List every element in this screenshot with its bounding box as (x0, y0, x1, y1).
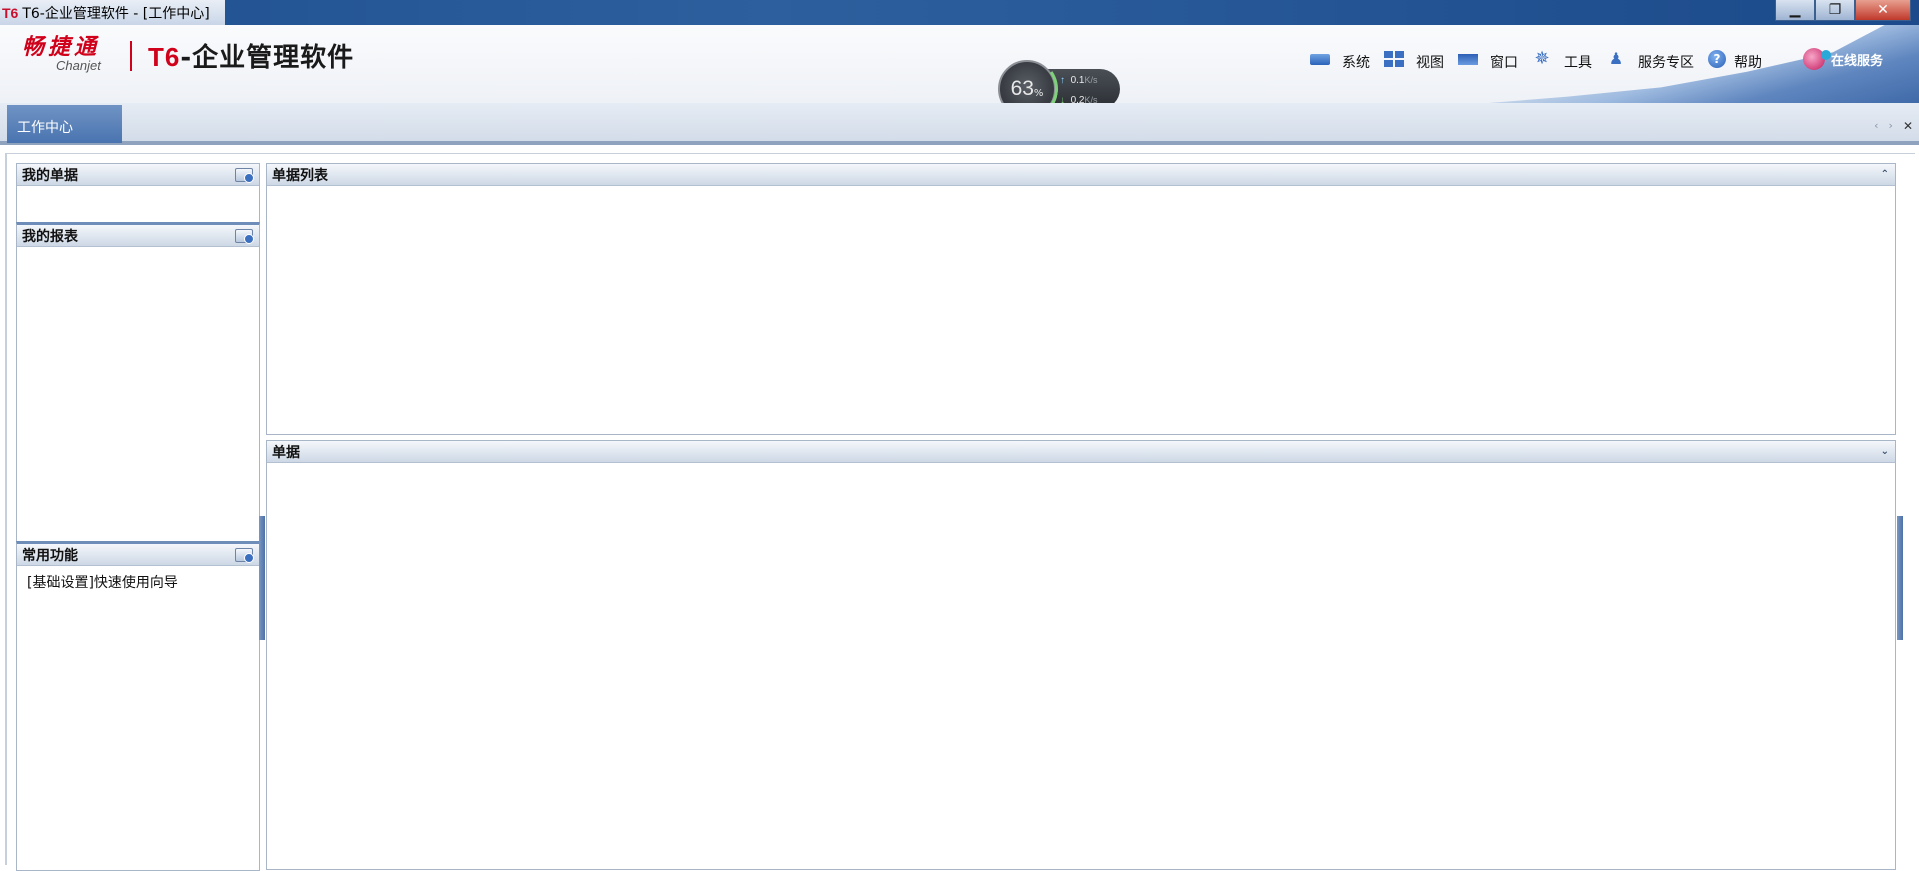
right-splitter-handle[interactable] (1897, 516, 1903, 640)
upload-speed-value: 0.1 (1070, 75, 1085, 86)
title-strip: T6 T6-企业管理软件 - [工作中心] (0, 0, 225, 25)
menu-window[interactable]: 窗口 (1458, 52, 1518, 72)
menu-service[interactable]: ♟ 服务专区 (1606, 49, 1694, 72)
service-icon: ♟ (1608, 49, 1624, 68)
online-service-label: 在线服务 (1831, 53, 1884, 69)
app-header: 畅捷通 Chanjet T6-企业管理软件 63% ↑ 0.1K/s ↓ 0.2… (0, 25, 1919, 125)
upload-arrow-icon: ↑ (1060, 75, 1065, 86)
help-icon: ? (1708, 50, 1726, 68)
menu-service-label: 服务专区 (1638, 55, 1694, 71)
panel-document-list: 单据列表 ⌃ (266, 163, 1896, 435)
tab-scroll-left-icon[interactable]: ‹ (1874, 119, 1878, 133)
panel-document-title: 单据 (272, 444, 300, 461)
upload-speed: ↑ 0.1K/s (1060, 75, 1097, 86)
panel-my-reports: 我的报表 (16, 222, 260, 544)
left-splitter-handle[interactable] (259, 516, 265, 640)
tab-close-icon[interactable]: ✕ (1903, 119, 1913, 133)
window-titlebar: T6 T6-企业管理软件 - [工作中心] ▁ ❐ ✕ (0, 0, 1919, 25)
tab-scroll-right-icon[interactable]: › (1889, 119, 1893, 133)
main-menu: 系统 视图 窗口 ✵ 工具 ♟ 服务专区 ? 帮助 (1310, 50, 1776, 74)
logo-en-text: Chanjet (56, 58, 101, 73)
app-icon: T6 (2, 4, 19, 21)
logo-separator (130, 41, 132, 71)
product-prefix: T6 (148, 42, 181, 72)
panel-my-documents-header: 我的单据 (17, 164, 259, 186)
panel-settings-icon[interactable] (235, 228, 254, 244)
menu-system[interactable]: 系统 (1310, 52, 1370, 72)
expand-down-icon[interactable]: ⌄ (1881, 446, 1889, 457)
maximize-button[interactable]: ❐ (1815, 0, 1855, 21)
menu-help[interactable]: ? 帮助 (1708, 50, 1762, 72)
menu-help-label: 帮助 (1734, 55, 1762, 71)
menu-tools-label: 工具 (1564, 55, 1592, 71)
online-service-icon (1803, 48, 1831, 70)
panel-document: 单据 ⌄ (266, 440, 1896, 870)
logo-cn-text: 畅捷通 (22, 35, 101, 60)
menu-system-label: 系统 (1342, 55, 1370, 71)
collapse-up-icon[interactable]: ⌃ (1881, 169, 1889, 180)
panel-document-header: 单据 ⌄ (267, 441, 1895, 463)
upload-speed-unit: K/s (1084, 75, 1098, 85)
tab-work-center[interactable]: 工作中心 (7, 105, 122, 143)
panel-common-functions-header: 常用功能 (17, 544, 259, 566)
minimize-button[interactable]: ▁ (1775, 0, 1815, 21)
window-icon (1458, 53, 1478, 65)
quick-start-wizard-link[interactable]: [基础设置]快速使用向导 (17, 566, 259, 592)
panel-my-reports-title: 我的报表 (22, 228, 78, 245)
chanjet-logo: 畅捷通 Chanjet (22, 37, 122, 77)
window-controls: ▁ ❐ ✕ (1775, 0, 1911, 22)
panel-document-list-title: 单据列表 (272, 167, 328, 184)
view-icon (1384, 51, 1404, 67)
panel-my-reports-header: 我的报表 (17, 225, 259, 247)
product-name: T6-企业管理软件 (148, 43, 354, 72)
workspace: 我的单据 我的报表 常用功能 [基础设置]快速使用向导 单据列表 ⌃ 单据 ⌄ (5, 153, 1915, 871)
panel-settings-icon[interactable] (235, 167, 254, 183)
tab-controls: ‹ › ✕ (1874, 119, 1913, 133)
system-icon (1310, 53, 1330, 65)
menu-view-label: 视图 (1416, 55, 1444, 71)
panel-document-list-header: 单据列表 ⌃ (267, 164, 1895, 186)
panel-common-functions-title: 常用功能 (22, 547, 78, 564)
close-button[interactable]: ✕ (1855, 0, 1911, 21)
menu-view[interactable]: 视图 (1384, 51, 1444, 72)
panel-settings-icon[interactable] (235, 547, 254, 563)
menu-window-label: 窗口 (1490, 55, 1518, 71)
menu-tools[interactable]: ✵ 工具 (1532, 48, 1592, 72)
window-title: T6-企业管理软件 - [工作中心] (22, 5, 210, 22)
product-suffix: -企业管理软件 (180, 43, 355, 73)
tools-icon: ✵ (1534, 48, 1550, 69)
tab-bar: 工作中心 ‹ › ✕ (0, 103, 1919, 145)
online-service-button[interactable]: 在线服务 (1803, 48, 1883, 70)
panel-my-documents-title: 我的单据 (22, 167, 78, 184)
panel-common-functions: 常用功能 [基础设置]快速使用向导 (16, 541, 260, 871)
panel-my-documents: 我的单据 (16, 163, 260, 224)
